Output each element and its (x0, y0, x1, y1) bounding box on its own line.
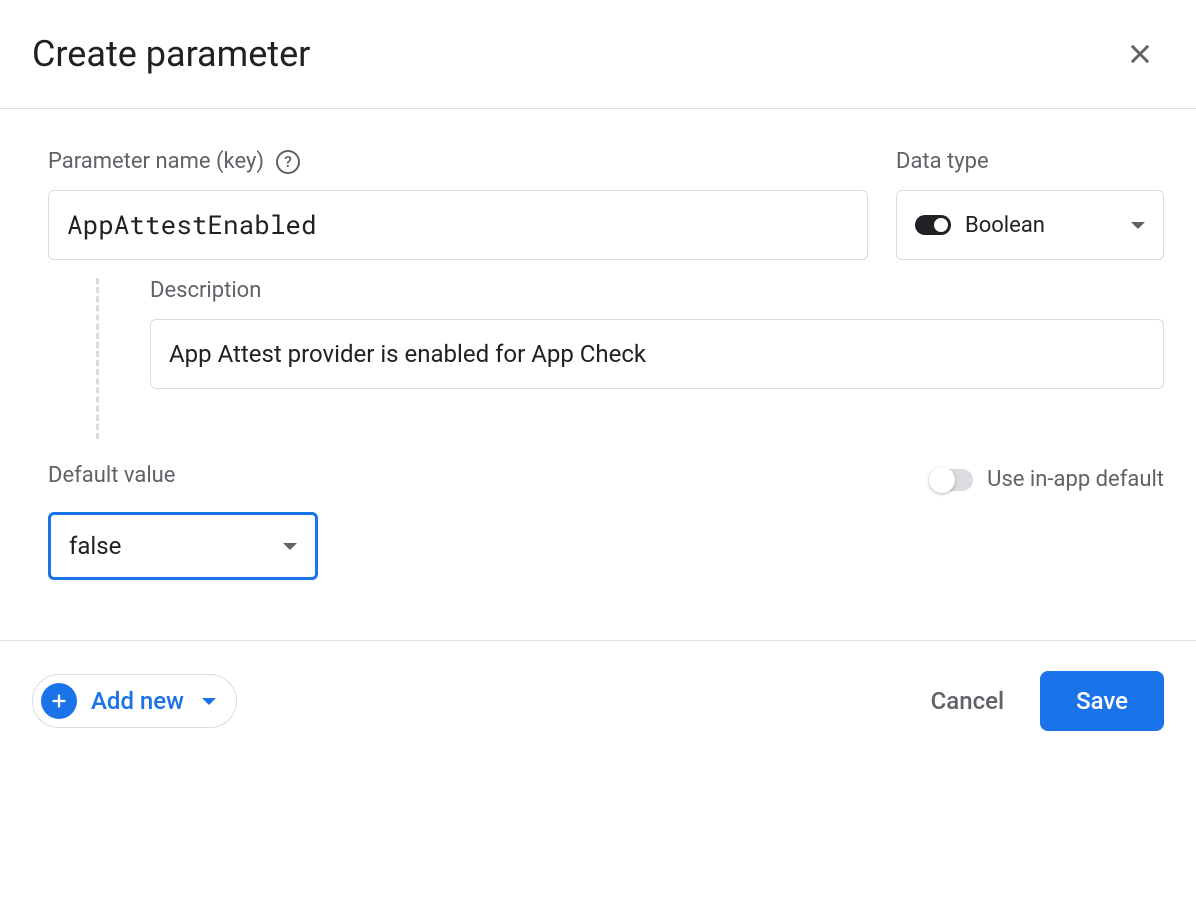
description-section: Description (96, 278, 1164, 439)
default-value-section: Default value false Use in-app default (48, 463, 1164, 580)
plus-circle-icon (41, 683, 77, 719)
add-new-label: Add new (91, 687, 184, 715)
default-value-selected: false (69, 532, 121, 560)
footer-right: Cancel Save (931, 671, 1164, 731)
data-type-value: Boolean (965, 213, 1117, 238)
cancel-button[interactable]: Cancel (931, 687, 1004, 715)
in-app-default-label: Use in-app default (987, 467, 1164, 492)
help-icon[interactable]: ? (276, 150, 300, 174)
close-icon (1126, 40, 1154, 68)
data-type-select[interactable]: Boolean (896, 190, 1164, 260)
add-new-button[interactable]: Add new (32, 674, 237, 728)
data-type-group: Data type Boolean (896, 149, 1164, 260)
top-row: Parameter name (key) ? Data type Boolean (48, 149, 1164, 260)
description-input[interactable] (150, 319, 1164, 389)
default-value-left: Default value false (48, 463, 318, 580)
boolean-toggle-icon (915, 215, 951, 235)
chevron-down-icon (202, 698, 216, 705)
dialog-title: Create parameter (32, 33, 310, 75)
chevron-down-icon (283, 543, 297, 550)
default-value-label: Default value (48, 463, 318, 488)
dialog-header: Create parameter (0, 0, 1196, 109)
close-button[interactable] (1116, 30, 1164, 78)
parameter-name-group: Parameter name (key) ? (48, 149, 868, 260)
parameter-name-label-row: Parameter name (key) ? (48, 149, 868, 174)
save-button[interactable]: Save (1040, 671, 1164, 731)
parameter-name-label: Parameter name (key) (48, 149, 264, 174)
data-type-label-row: Data type (896, 149, 1164, 174)
dialog-footer: Add new Cancel Save (0, 640, 1196, 761)
in-app-default-switch[interactable] (931, 469, 973, 491)
default-value-select[interactable]: false (48, 512, 318, 580)
dialog-body: Parameter name (key) ? Data type Boolean… (0, 109, 1196, 640)
in-app-default-row: Use in-app default (931, 467, 1164, 492)
description-label: Description (150, 278, 1164, 303)
parameter-name-input[interactable] (48, 190, 868, 260)
vertical-divider (96, 278, 99, 439)
data-type-label: Data type (896, 149, 989, 174)
chevron-down-icon (1131, 222, 1145, 229)
